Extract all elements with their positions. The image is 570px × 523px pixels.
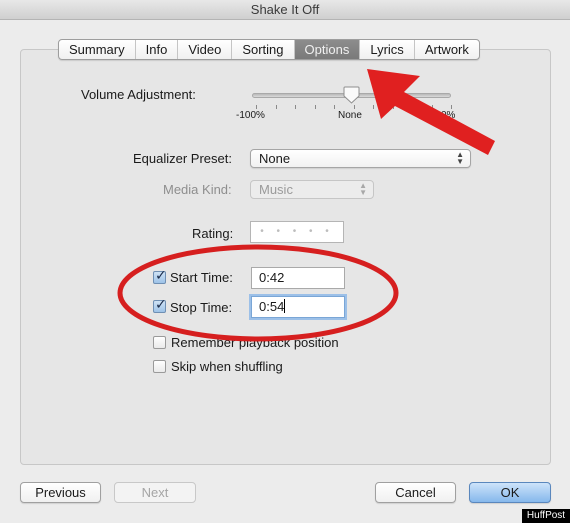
next-button: Next (114, 482, 196, 503)
stop-time-label: Stop Time: (170, 300, 233, 315)
tab-summary[interactable]: Summary (59, 40, 136, 59)
updown-arrows-icon: ▲ ▼ (359, 181, 367, 197)
media-kind-select: Music ▲ ▼ (250, 180, 374, 199)
volume-min-label: -100% (236, 110, 265, 121)
remember-position-checkbox[interactable] (153, 336, 166, 349)
media-kind-label: Media Kind: (163, 182, 232, 197)
stop-time-input[interactable]: 0:54 (251, 296, 345, 318)
rating-label: Rating: (192, 226, 234, 241)
skip-shuffling-label: Skip when shuffling (171, 359, 283, 374)
text-caret (284, 299, 286, 313)
slider-tick (392, 105, 394, 109)
updown-arrows-icon: ▲ ▼ (456, 150, 464, 166)
equalizer-preset-select[interactable]: None ▲ ▼ (250, 149, 471, 168)
start-time-checkbox[interactable]: ✓ (153, 267, 167, 284)
rating-stars[interactable]: • • • • • (250, 221, 344, 243)
slider-tick (295, 105, 296, 109)
start-time-input[interactable]: 0:42 (251, 267, 345, 289)
volume-adjustment-label: Volume Adjustment: (81, 87, 196, 102)
slider-tick (256, 105, 257, 109)
volume-slider-thumb[interactable] (343, 86, 360, 104)
ok-button[interactable]: OK (469, 482, 551, 503)
slider-tick (451, 105, 452, 109)
slider-tick (353, 105, 355, 109)
huffpost-watermark: HuffPost (522, 509, 570, 523)
cancel-button[interactable]: Cancel (375, 482, 456, 503)
tab-bar: Summary Info Video Sorting Options Lyric… (58, 39, 480, 60)
checkmark-icon: ✓ (155, 267, 167, 283)
tab-sorting[interactable]: Sorting (232, 40, 295, 59)
slider-tick (373, 105, 374, 109)
stop-time-checkbox[interactable]: ✓ (153, 296, 167, 313)
slider-tick (334, 105, 335, 109)
media-kind-value: Music (259, 182, 293, 197)
slider-tick (275, 105, 277, 109)
previous-button[interactable]: Previous (20, 482, 101, 503)
tab-info[interactable]: Info (136, 40, 179, 59)
stop-time-value: 0:54 (259, 299, 285, 314)
checkmark-icon: ✓ (155, 296, 167, 312)
skip-shuffling-checkbox[interactable] (153, 360, 166, 373)
slider-tick (431, 105, 433, 109)
tab-options[interactable]: Options (294, 40, 361, 59)
volume-max-label: +100% (424, 110, 456, 121)
equalizer-preset-label: Equalizer Preset: (133, 151, 232, 166)
window-title: Shake It Off (0, 0, 570, 20)
volume-mid-label: None (338, 110, 362, 121)
remember-position-label: Remember playback position (171, 335, 339, 350)
slider-tick (412, 105, 413, 109)
tab-artwork[interactable]: Artwork (415, 40, 479, 59)
slider-tick (314, 105, 316, 109)
tab-lyrics[interactable]: Lyrics (360, 40, 415, 59)
tab-video[interactable]: Video (178, 40, 233, 59)
options-panel (20, 49, 551, 465)
start-time-label: Start Time: (170, 270, 233, 285)
equalizer-preset-value: None (259, 151, 291, 166)
